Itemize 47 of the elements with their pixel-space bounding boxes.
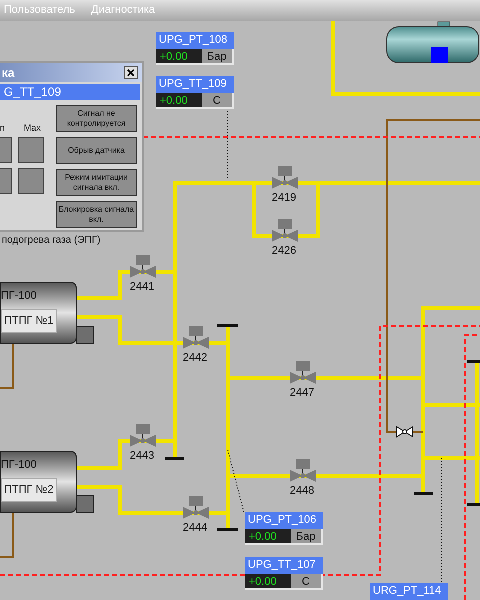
tag-unit: Бар — [291, 529, 321, 543]
signal-button[interactable]: Обрыв датчика — [56, 137, 137, 164]
tank-icon — [386, 20, 480, 65]
valve-icon[interactable] — [271, 219, 299, 244]
signal-button[interactable]: Режим имитации сигнала вкл. — [56, 169, 137, 196]
heater-button[interactable]: ПТПГ №1 — [1, 309, 57, 333]
valve-icon[interactable] — [289, 459, 317, 484]
tag-value: +0.00 — [245, 529, 291, 543]
valve-icon[interactable] — [289, 361, 317, 386]
valve-label: 2442 — [183, 352, 208, 364]
tag-unit: Бар — [202, 49, 232, 63]
limit-field[interactable] — [18, 168, 44, 194]
close-icon — [127, 68, 135, 76]
tag-unit: С — [202, 93, 232, 107]
tag-value: +0.00 — [245, 574, 291, 588]
dialog-tag: G_TT_109 — [0, 84, 140, 100]
tag-value: +0.00 — [156, 49, 202, 63]
tag-value: +0.00 — [156, 93, 202, 107]
tag-name[interactable]: UPG_PT_108 — [156, 32, 234, 49]
heater-model: ПГ-100 — [1, 458, 37, 473]
tag-name[interactable]: UPG_TT_109 — [156, 76, 234, 93]
valve-label: 2443 — [130, 450, 154, 462]
valve-label: 2441 — [130, 281, 154, 293]
valve-icon[interactable] — [271, 166, 299, 191]
tag-name[interactable]: UPG_PT_106 — [245, 512, 323, 529]
valve-icon[interactable] — [129, 424, 157, 449]
valve-label: 2444 — [183, 522, 208, 534]
column-label: n — [0, 122, 6, 135]
valve-label: 2447 — [290, 387, 314, 399]
valve-label: 2426 — [272, 245, 296, 257]
limit-field[interactable] — [18, 137, 44, 163]
section-caption: подогрева газа (ЭПГ) — [2, 235, 101, 247]
tag-name[interactable]: UPG_TT_107 — [245, 557, 323, 574]
valve-icon[interactable] — [182, 496, 210, 521]
signal-button[interactable]: Блокировка сигнала вкл. — [56, 201, 137, 228]
valve-label: 2419 — [272, 192, 296, 204]
dialog-title: ка — [2, 64, 15, 82]
tag-name[interactable]: URG_PT_114 — [370, 583, 448, 600]
tag-unit: С — [291, 574, 321, 588]
signal-button[interactable]: Сигнал не контролируется — [56, 105, 137, 132]
valve-icon[interactable] — [129, 255, 157, 280]
heater-button[interactable]: ПТПГ №2 — [1, 478, 57, 502]
column-label: Max — [24, 122, 42, 135]
valve-icon[interactable] — [182, 326, 210, 351]
close-button[interactable] — [124, 66, 138, 79]
valve-label: 2448 — [290, 485, 314, 497]
heater-model: ПГ-100 — [1, 289, 37, 304]
